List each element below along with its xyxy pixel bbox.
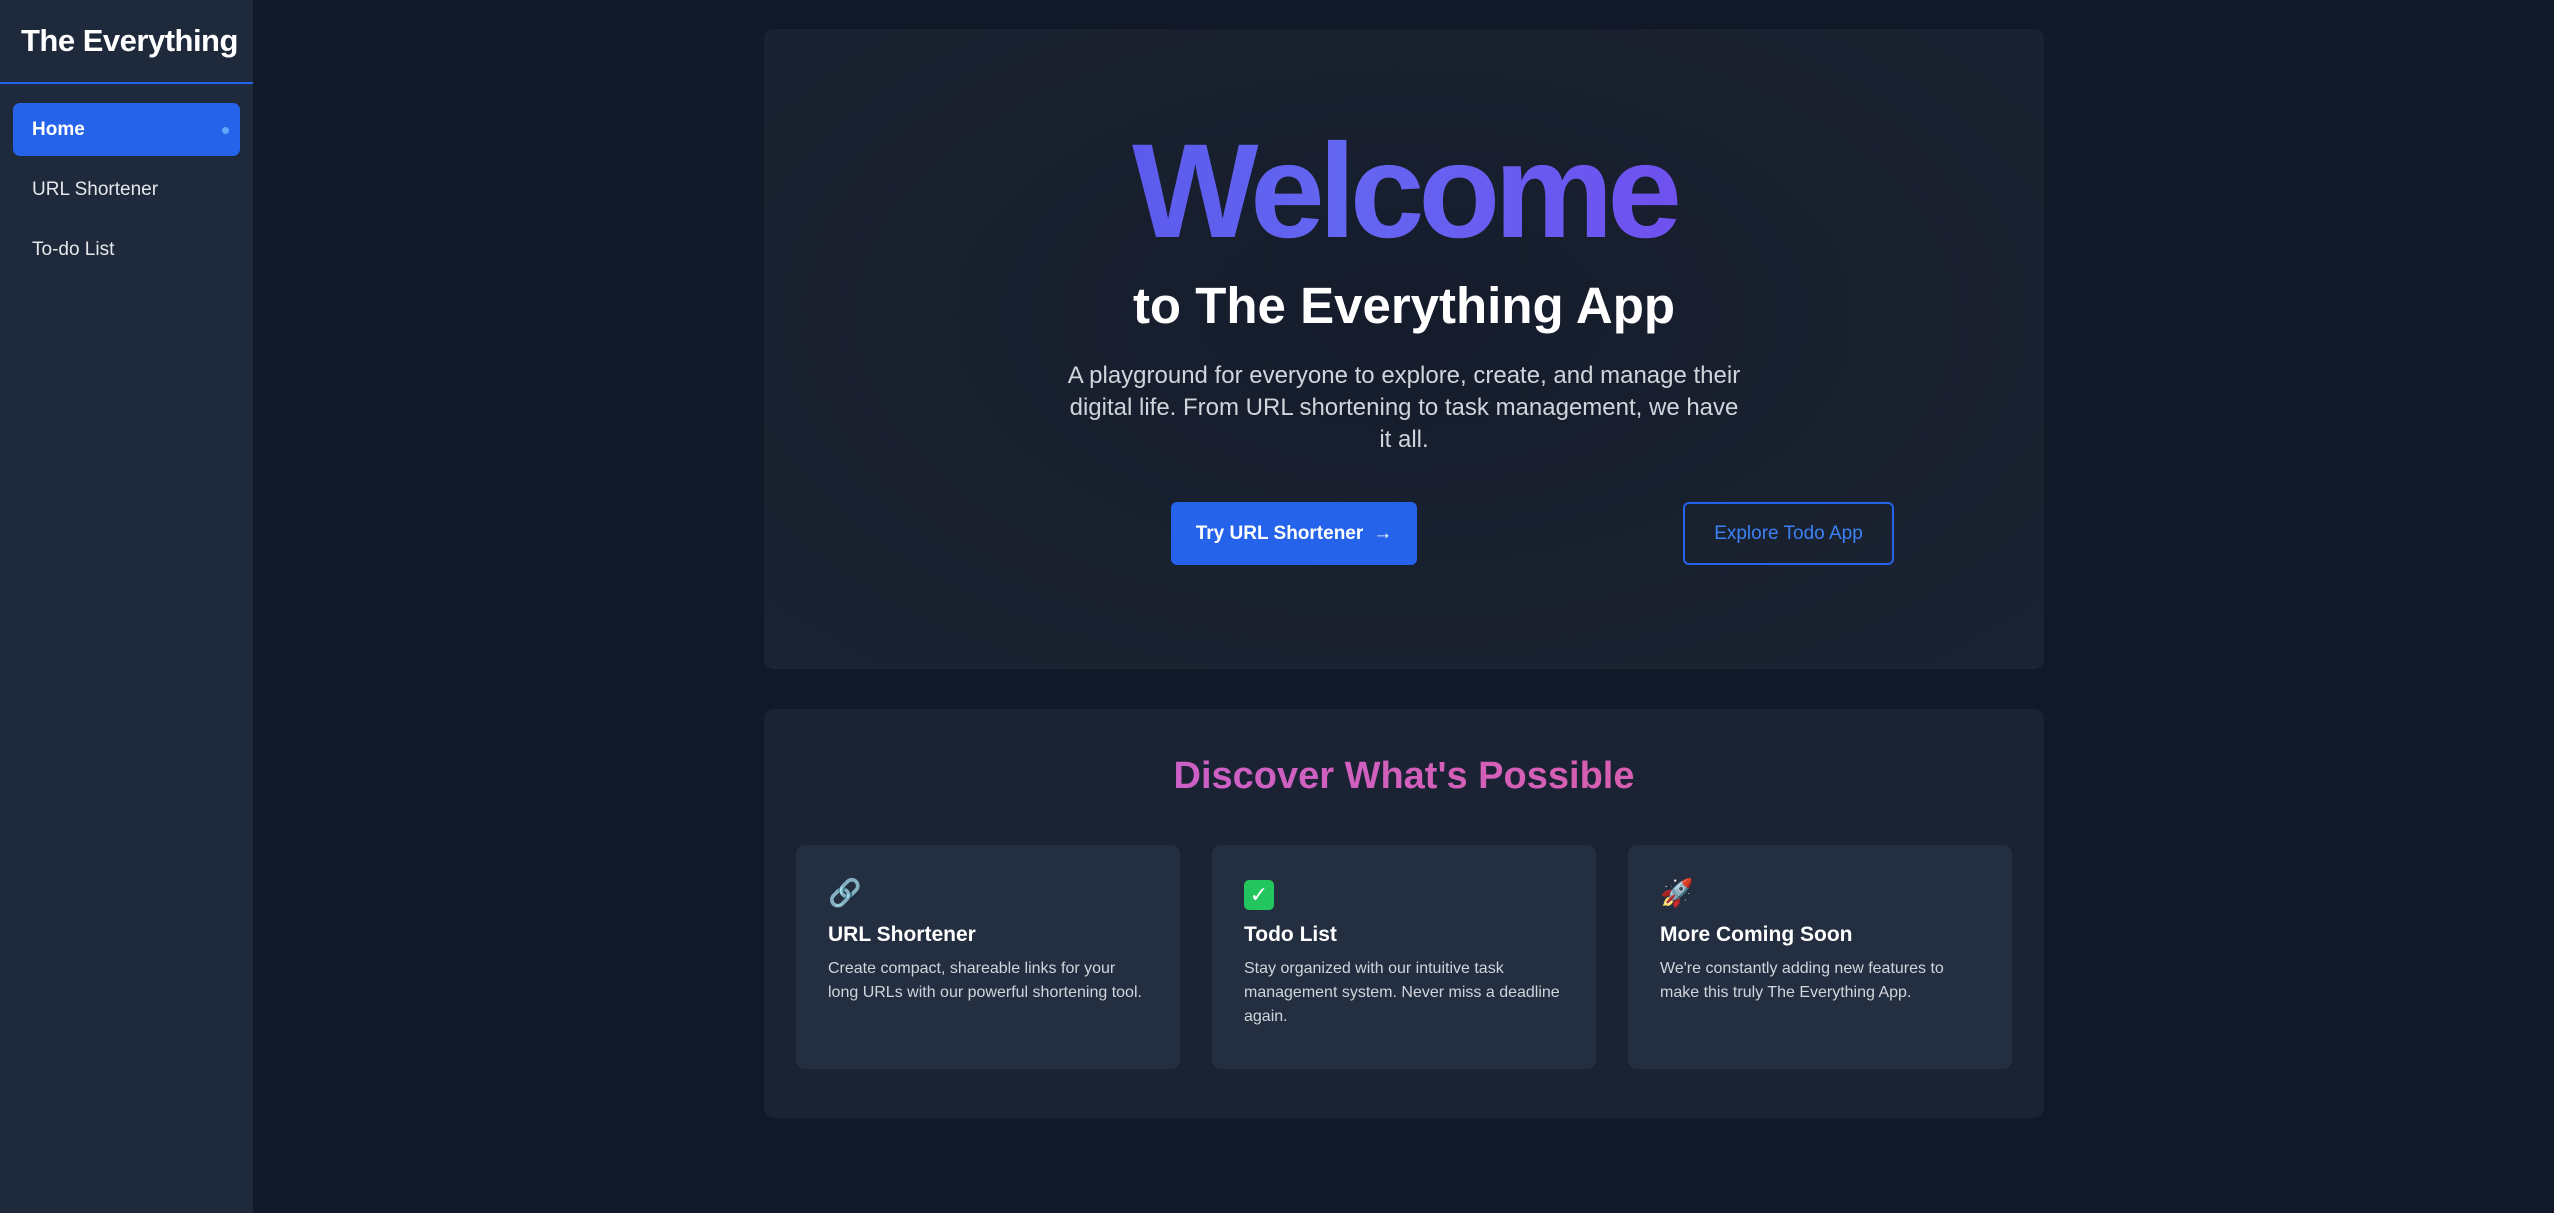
hero-subtitle: to The Everything App — [1132, 277, 1676, 334]
sidebar-item-label: To-do List — [32, 238, 115, 260]
active-indicator-dot — [222, 126, 229, 134]
arrow-right-icon: → — [1373, 522, 1393, 544]
rocket-icon: 🚀 — [1660, 878, 1694, 908]
app-brand[interactable]: The Everything — [0, 0, 253, 84]
sidebar-item-label: Home — [32, 118, 85, 140]
button-label: Try URL Shortener — [1195, 522, 1364, 544]
sidebar-item-url-shortener[interactable]: URL Shortener — [13, 163, 240, 216]
card-description: Create compact, shareable links for your… — [828, 960, 1142, 1001]
card-title: URL Shortener — [828, 923, 976, 946]
sidebar-item-home[interactable]: Home — [13, 103, 240, 156]
discover-section: Discover What's Possible 🔗 URL Shortener… — [764, 709, 2044, 1118]
try-url-shortener-button[interactable]: Try URL Shortener → — [1171, 502, 1417, 565]
explore-todo-app-button[interactable]: Explore Todo App — [1683, 502, 1894, 565]
sidebar-nav: Home URL Shortener To-do List — [0, 84, 253, 276]
check-icon-wrapper: ✓ — [1244, 875, 1564, 911]
hero-description: A playground for everyone to explore, cr… — [1067, 362, 1741, 453]
check-icon: ✓ — [1244, 880, 1274, 910]
main-content: Welcome to The Everything App A playgrou… — [253, 0, 2554, 1213]
feature-card-todo-list[interactable]: ✓ Todo List Stay organized with our intu… — [1212, 845, 1596, 1069]
feature-card-more-coming-soon[interactable]: 🚀 More Coming Soon We're constantly addi… — [1628, 845, 2012, 1069]
card-title: Todo List — [1244, 923, 1337, 946]
link-icon: 🔗 — [828, 878, 862, 908]
card-description: We're constantly adding new features to … — [1660, 960, 1944, 1001]
hero-section: Welcome to The Everything App A playgrou… — [764, 29, 2044, 669]
sidebar: The Everything Home URL Shortener To-do … — [0, 0, 253, 1213]
sidebar-item-label: URL Shortener — [32, 178, 159, 200]
card-description: Stay organized with our intuitive task m… — [1244, 960, 1560, 1025]
sidebar-item-todo-list[interactable]: To-do List — [13, 223, 240, 276]
hero-title: Welcome — [764, 125, 2044, 259]
feature-card-url-shortener[interactable]: 🔗 URL Shortener Create compact, shareabl… — [796, 845, 1180, 1069]
card-title: More Coming Soon — [1660, 923, 1853, 946]
discover-title: Discover What's Possible — [764, 755, 2044, 798]
